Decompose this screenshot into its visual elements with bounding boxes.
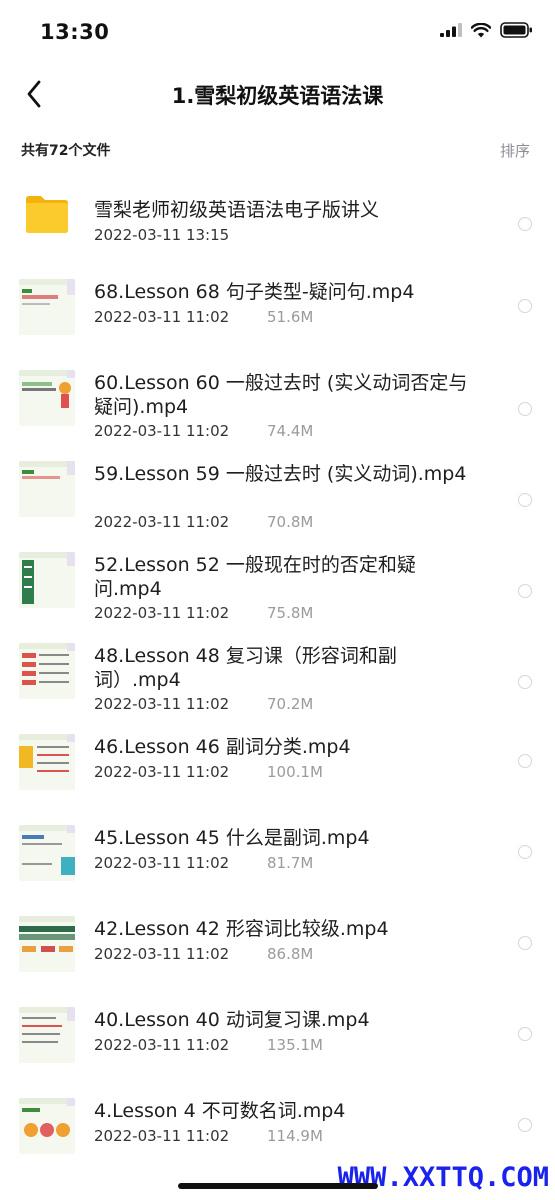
file-date: 2022-03-11 11:02 [94,1127,230,1145]
summary-bar: 共有72个文件 排序 [0,130,555,170]
select-radio[interactable] [518,936,532,950]
nav-bar: 1.雪梨初级英语语法课 [0,66,555,124]
file-name: 59.Lesson 59 一般过去时 (实义动词).mp4 [94,463,467,485]
file-date: 2022-03-11 11:02 [94,763,230,781]
list-item[interactable]: 48.Lesson 48 复习课（形容词和副词）.mp4 2022-03-11 … [0,626,555,717]
list-item[interactable]: 45.Lesson 45 什么是副词.mp4 2022-03-11 11:02 … [0,808,555,899]
file-name: 68.Lesson 68 句子类型-疑问句.mp4 [94,281,415,303]
status-time: 13:30 [40,20,110,44]
file-size: 70.2M [267,695,314,713]
list-item[interactable]: 4.Lesson 4 不可数名词.mp4 2022-03-11 11:02 11… [0,1081,555,1172]
battery-icon [500,22,532,38]
file-date: 2022-03-11 11:02 [94,308,230,326]
file-date: 2022-03-11 11:02 [94,604,230,622]
video-thumbnail [19,1007,75,1063]
list-item[interactable]: 40.Lesson 40 动词复习课.mp4 2022-03-11 11:02 … [0,990,555,1081]
video-thumbnail [19,461,75,517]
status-icons [440,22,533,38]
wifi-icon [471,22,491,37]
file-date: 2022-03-11 11:02 [94,854,230,872]
file-name: 4.Lesson 4 不可数名词.mp4 [94,1100,346,1122]
file-size: 86.8M [267,945,314,963]
file-name: 60.Lesson 60 一般过去时 (实义动词否定与疑问).mp4 [94,372,468,418]
file-meta: 2022-03-11 11:02 86.8M [94,945,313,963]
file-date: 2022-03-11 11:02 [94,695,230,713]
select-radio[interactable] [518,217,532,231]
list-item[interactable]: 60.Lesson 60 一般过去时 (实义动词否定与疑问).mp4 2022-… [0,353,555,444]
select-radio[interactable] [518,754,532,768]
page-title: 1.雪梨初级英语语法课 [171,84,384,108]
file-date: 2022-03-11 11:02 [94,945,230,963]
file-size: 100.1M [267,763,323,781]
file-name: 46.Lesson 46 副词分类.mp4 [94,736,351,758]
video-thumbnail [19,279,75,335]
file-name: 48.Lesson 48 复习课（形容词和副词）.mp4 [94,645,397,691]
file-meta: 2022-03-11 11:02 114.9M [94,1127,323,1145]
select-radio[interactable] [518,1118,532,1132]
list-item[interactable]: 雪梨老师初级英语语法电子版讲义 2022-03-11 13:15 [0,171,555,262]
file-name: 40.Lesson 40 动词复习课.mp4 [94,1009,370,1031]
file-size: 75.8M [267,604,314,622]
select-radio[interactable] [518,493,532,507]
file-list: 雪梨老师初级英语语法电子版讲义 2022-03-11 13:15 68.Less… [0,171,555,1172]
file-meta: 2022-03-11 11:02 74.4M [94,422,313,440]
file-meta: 2022-03-11 11:02 100.1M [94,763,323,781]
list-item[interactable]: 52.Lesson 52 一般现在时的否定和疑问.mp4 2022-03-11 … [0,535,555,626]
file-name: 52.Lesson 52 一般现在时的否定和疑问.mp4 [94,554,416,600]
file-meta: 2022-03-11 11:02 135.1M [94,1036,323,1054]
signal-icon [440,23,462,37]
file-name: 45.Lesson 45 什么是副词.mp4 [94,827,370,849]
video-thumbnail [19,916,75,972]
file-date: 2022-03-11 13:15 [94,226,230,244]
file-size: 70.8M [267,513,314,531]
list-item[interactable]: 68.Lesson 68 句子类型-疑问句.mp4 2022-03-11 11:… [0,262,555,353]
select-radio[interactable] [518,584,532,598]
file-meta: 2022-03-11 11:02 51.6M [94,308,313,326]
file-size: 51.6M [267,308,314,326]
file-meta: 2022-03-11 11:02 81.7M [94,854,313,872]
file-name: 雪梨老师初级英语语法电子版讲义 [94,199,380,221]
video-thumbnail [19,643,75,699]
file-meta: 2022-03-11 11:02 75.8M [94,604,313,622]
status-bar: 13:30 [0,0,555,66]
select-radio[interactable] [518,299,532,313]
select-radio[interactable] [518,1027,532,1041]
file-size: 81.7M [267,854,314,872]
home-indicator [178,1183,378,1189]
video-thumbnail [19,552,75,608]
file-date: 2022-03-11 11:02 [94,422,230,440]
file-count: 共有72个文件 [21,143,111,159]
file-name: 42.Lesson 42 形容词比较级.mp4 [94,918,389,940]
list-item[interactable]: 46.Lesson 46 副词分类.mp4 2022-03-11 11:02 1… [0,717,555,808]
file-date: 2022-03-11 11:02 [94,513,230,531]
folder-icon [26,196,68,233]
file-meta: 2022-03-11 13:15 [94,226,267,244]
sort-button[interactable]: 排序 [500,140,530,161]
select-radio[interactable] [518,675,532,689]
file-size: 114.9M [267,1127,323,1145]
select-radio[interactable] [518,402,532,416]
video-thumbnail [19,734,75,790]
video-thumbnail [19,825,75,881]
select-radio[interactable] [518,845,532,859]
file-meta: 2022-03-11 11:02 70.2M [94,695,313,713]
list-item[interactable]: 42.Lesson 42 形容词比较级.mp4 2022-03-11 11:02… [0,899,555,990]
list-item[interactable]: 59.Lesson 59 一般过去时 (实义动词).mp4 2022-03-11… [0,444,555,535]
file-date: 2022-03-11 11:02 [94,1036,230,1054]
file-size: 74.4M [267,422,314,440]
video-thumbnail [19,1098,75,1154]
file-meta: 2022-03-11 11:02 70.8M [94,513,313,531]
file-size: 135.1M [267,1036,323,1054]
video-thumbnail [19,370,75,426]
